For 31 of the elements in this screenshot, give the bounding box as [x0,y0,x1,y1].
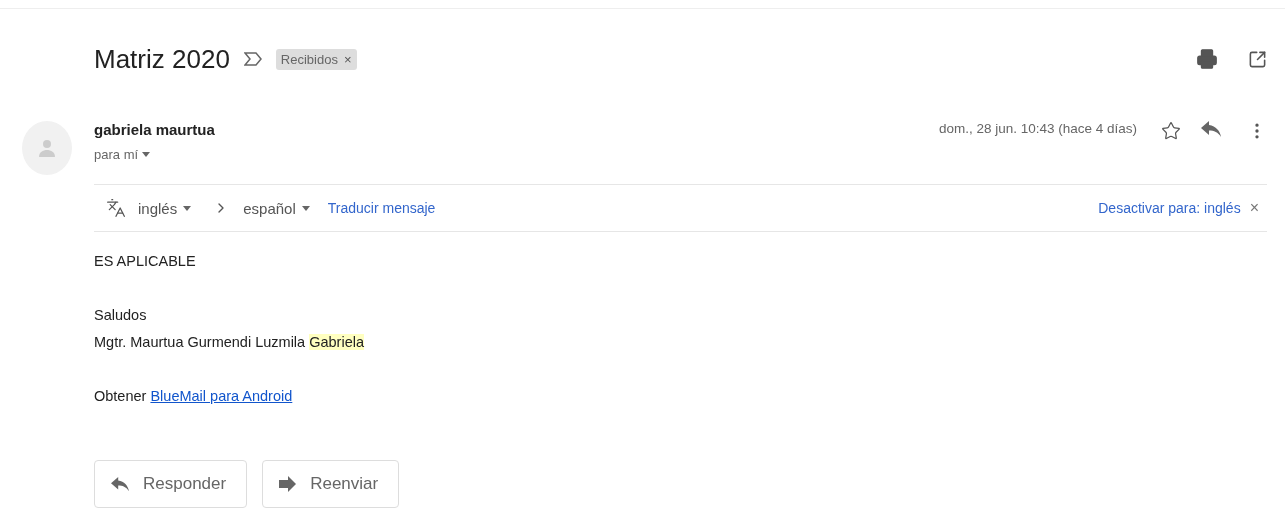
promo-text: Obtener BlueMail para Android [94,387,293,406]
reply-icon [111,476,129,492]
close-button[interactable]: × [1249,199,1259,217]
message-date: dom., 28 jun. 10:43 (hace 4 días) [938,121,1137,136]
disable-translation-link[interactable]: Desactivar para: inglés [1098,200,1241,216]
remove-label-button[interactable]: × [343,51,352,67]
forward-icon [279,476,297,492]
target-language-dropdown[interactable]: español [243,199,310,217]
promo-link[interactable]: BlueMail para Android [150,388,293,404]
body-text: ES APLICABLE [94,252,196,271]
reply-button[interactable] [1201,121,1221,137]
recipient-dropdown[interactable]: para mí [94,147,939,162]
star-icon[interactable] [1161,121,1181,141]
sender-name: gabriela maurtua [94,121,216,138]
reply-button[interactable]: Responder [94,460,248,508]
caret-icon [301,205,310,211]
forward-button[interactable]: Reenviar [262,460,400,508]
person-icon [39,139,55,157]
email-subject: Matriz 2020 [94,43,230,75]
label-chip: Recibidos × [275,48,357,70]
body-text: Saludos [94,306,147,325]
translate-message-link[interactable]: Traducir mensaje [327,200,436,216]
open-new-window-icon[interactable] [1248,49,1267,69]
caret-icon [183,205,192,211]
signature-text: Mgtr. Maurtua Gurmendi Luzmila Gabriela [94,333,364,352]
importance-marker-icon[interactable] [243,52,262,66]
translate-icon [106,198,126,218]
caret-icon [142,152,151,157]
print-icon[interactable] [1196,48,1218,70]
source-language-dropdown[interactable]: inglés [138,199,192,217]
reply-icon [1201,121,1221,137]
